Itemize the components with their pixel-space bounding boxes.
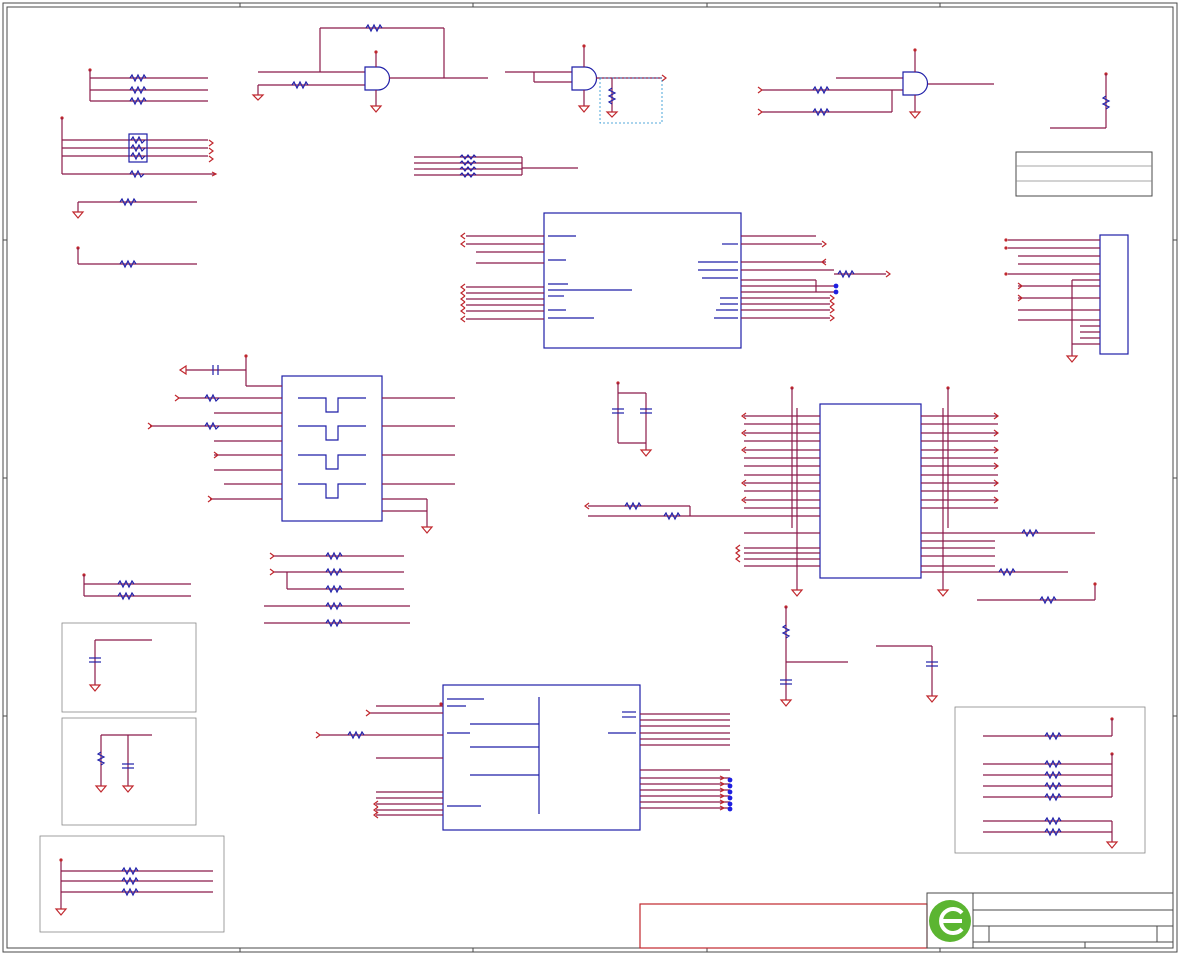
resistor-group-top-left: [88, 68, 208, 106]
schematic-canvas: [2, 2, 1178, 953]
resistor-pullup-left-2: [76, 246, 197, 269]
and-gate-2: [505, 44, 667, 124]
decoupling-caps-center: [612, 381, 653, 457]
and-gate-1: [251, 23, 488, 113]
resistor-gnd-left-1: [71, 197, 197, 219]
revision-table: [1015, 151, 1153, 197]
rc-subcircuit-box-2: [61, 717, 197, 826]
rc-network-reset: [779, 605, 848, 707]
ic-u2-switch: [147, 354, 455, 534]
e-logo-icon: [929, 900, 971, 942]
pullup-resistor-top-right: [1050, 72, 1111, 129]
resistor-box-3: [39, 835, 225, 933]
cap-right-center: [876, 645, 939, 703]
drawing-frame: [2, 2, 1178, 953]
ic-u1-top-center: [460, 212, 891, 349]
notes-box: [639, 903, 928, 949]
resistor-network-left: [60, 116, 218, 179]
resistor-bank-box-right: [954, 706, 1146, 854]
cap-subcircuit-box-1: [61, 622, 197, 713]
resistor-array-lower: [264, 551, 410, 628]
ic-u4-bottom-center: [315, 684, 733, 831]
connector-j1-right: [1004, 234, 1129, 363]
resistor-array-middle: [414, 154, 578, 178]
resistor-pair-lower-left: [82, 573, 191, 601]
ic-u3-transceiver: [584, 386, 1097, 605]
and-gate-3: [757, 48, 994, 119]
